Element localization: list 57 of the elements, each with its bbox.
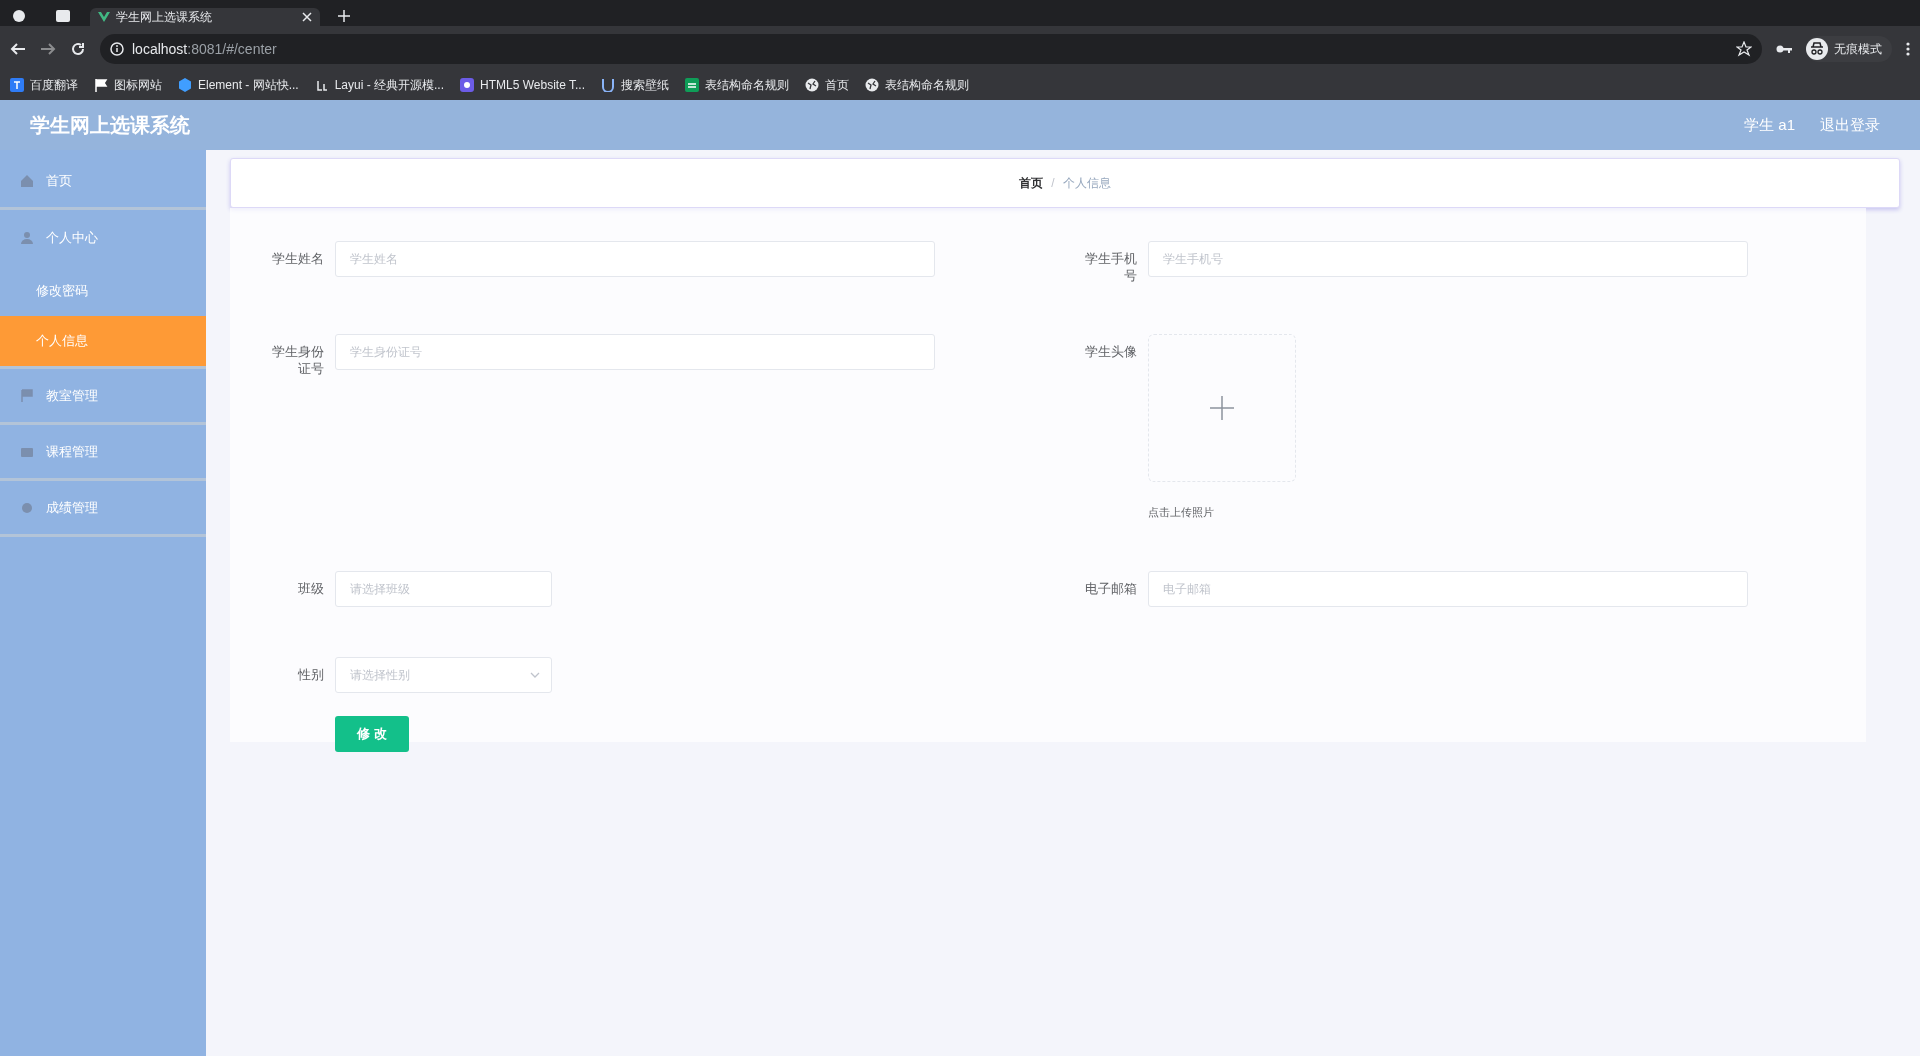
url-text: localhost:8081/#/center [132,39,278,59]
field-label: 学生头像 [1084,343,1137,360]
vue-logo-icon [98,12,110,22]
user-icon [20,231,34,245]
chevron-down-icon [530,671,540,678]
reload-icon[interactable] [70,41,86,57]
field-label: 电子邮箱 [1084,579,1137,597]
field-label: 学生身份证号 [271,343,324,377]
field-label: 性别 [297,665,324,683]
bookmark[interactable]: 图标网站 [94,75,162,94]
plus-icon[interactable] [338,10,350,22]
bookmark[interactable]: 搜索壁纸 [601,75,669,94]
key-icon[interactable] [1776,44,1792,54]
app-title: 学生网上选课系统 [30,113,191,138]
star-icon[interactable] [1736,41,1752,57]
home-icon [20,173,34,188]
bookmark-icon [94,77,108,92]
more-icon[interactable] [1906,42,1910,56]
back-icon[interactable] [10,41,26,57]
bookmark-icon [460,77,475,92]
input-field[interactable]: 学生姓名 [335,241,935,277]
bookmark[interactable]: Layui - 经典开源模... [314,75,445,94]
bookmark[interactable]: 表结构命名规则 [865,75,969,94]
field-label: 学生姓名 [271,250,324,267]
browser-tab[interactable]: 学生网上选课系统 [90,8,320,26]
incognito-button[interactable]: 无痕模式 [1806,36,1892,62]
window-icon [56,10,70,22]
address-bar[interactable]: localhost:8081/#/center [100,34,1762,64]
bookmark-icon [601,77,615,92]
flag-icon [20,388,34,403]
bookmark-icon [685,77,699,92]
bookmark[interactable]: 首页 [805,75,849,94]
select-field[interactable]: 请选择班级 [335,570,552,607]
upload-hint: 点击上传照片 [1148,505,1215,520]
close-icon[interactable] [302,12,312,22]
forward-icon[interactable] [40,41,56,57]
breadcrumb-item[interactable]: 首页 [1019,174,1044,192]
bookmark[interactable]: Element - 网站快... [178,75,299,94]
tab-title: 学生网上选课系统 [116,9,213,26]
breadcrumb-item: 个人信息 [1062,175,1111,192]
breadcrumb-separator: / [1051,175,1055,192]
bookmark-icon [178,77,192,92]
select-field[interactable]: 请选择性别 [335,656,552,693]
input-field[interactable]: 电子邮箱 [1148,570,1748,607]
info-icon [110,42,124,56]
user-name: 学生 a1 [1744,114,1795,135]
bookmark[interactable]: HTML5 Website T... [460,75,585,94]
input-field[interactable]: 学生身份证号 [335,334,935,370]
field-label: 班级 [297,579,324,597]
plus-icon [1210,396,1234,420]
bookmark[interactable]: 表结构命名规则 [685,75,789,94]
incognito-icon [1806,38,1828,60]
bookmark[interactable]: 百度翻译 [10,75,78,94]
input-field[interactable]: 学生手机号 [1148,241,1748,277]
field-label: 学生手机号 [1084,250,1137,284]
bookmark-icon [10,77,24,92]
dot-icon [20,500,34,515]
